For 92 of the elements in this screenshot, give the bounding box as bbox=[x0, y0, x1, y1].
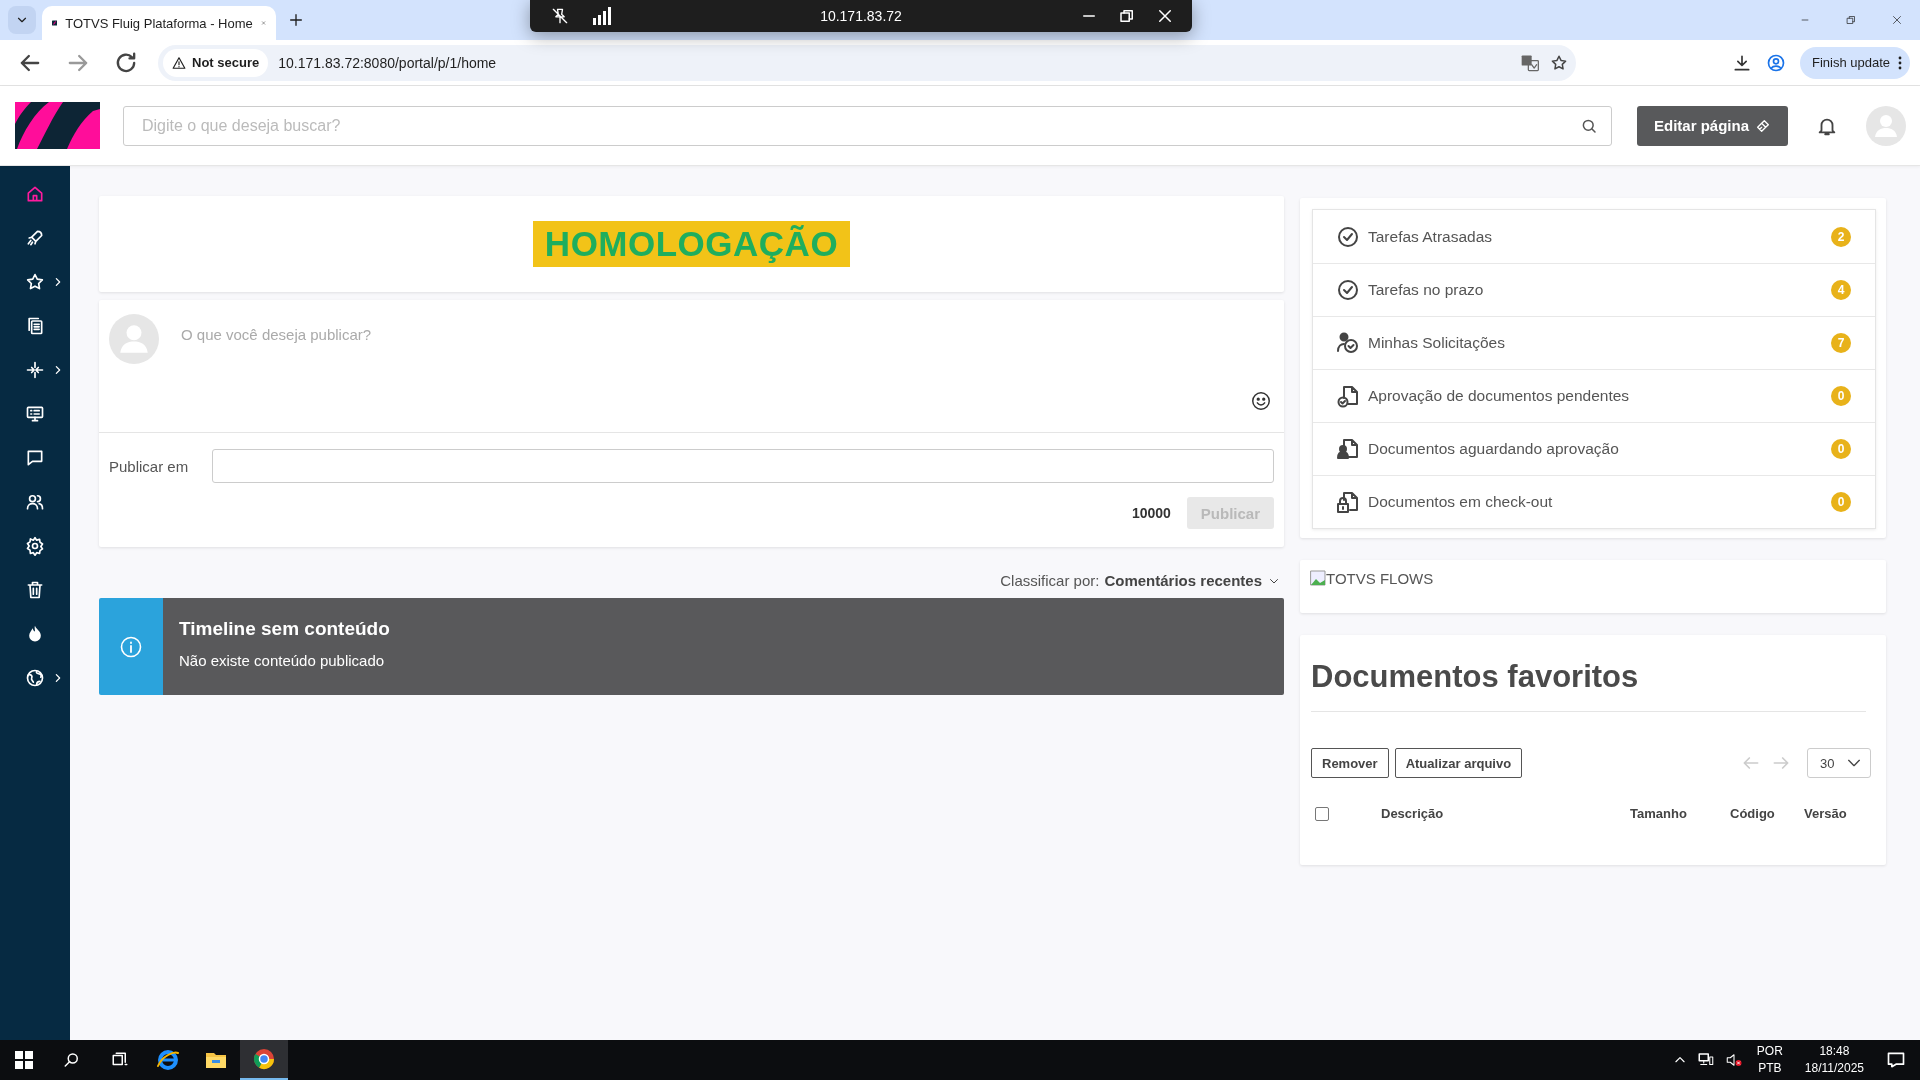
edit-page-button[interactable]: Editar página bbox=[1636, 105, 1788, 146]
info-icon bbox=[119, 634, 143, 659]
document-lock-icon bbox=[1336, 490, 1360, 514]
taskbar-app[interactable] bbox=[240, 1040, 288, 1080]
chevron-right-icon bbox=[53, 277, 63, 287]
notification-icon[interactable] bbox=[1886, 1050, 1906, 1070]
more-icon bbox=[1898, 54, 1902, 71]
plus-icon[interactable] bbox=[288, 12, 304, 28]
column-header[interactable]: Tamanho bbox=[1630, 806, 1730, 821]
action-button[interactable]: Atualizar arquivo bbox=[1394, 748, 1523, 778]
star-icon bbox=[25, 272, 45, 292]
rocket-icon bbox=[25, 228, 45, 248]
language-text: POR bbox=[1756, 1043, 1783, 1060]
keyboard-layout-text: PTB bbox=[1758, 1060, 1782, 1077]
speaker-muted-icon[interactable] bbox=[1724, 1051, 1743, 1069]
language-indicator[interactable]: POR PTB bbox=[1752, 1043, 1787, 1077]
restore-icon[interactable] bbox=[1118, 7, 1136, 25]
round-browser-icon bbox=[252, 1047, 276, 1071]
task-label: Tarefas Atrasadas bbox=[1368, 227, 1494, 246]
search-field[interactable]: Digite o que deseja buscar? bbox=[123, 105, 1612, 146]
check-circle-icon bbox=[1336, 278, 1360, 302]
security-chip[interactable]: Not secure bbox=[163, 48, 269, 77]
search-icon bbox=[63, 1051, 81, 1069]
globe-icon bbox=[25, 668, 45, 688]
count-badge: 2 bbox=[1831, 226, 1851, 247]
image-alt-text: TOTVS FLOWS bbox=[1326, 570, 1434, 587]
column-header[interactable]: Versão bbox=[1804, 806, 1876, 821]
task-row[interactable]: Documentos em check-out 0 bbox=[1313, 475, 1875, 528]
action-button[interactable]: Remover bbox=[1311, 748, 1389, 778]
signal-icon bbox=[592, 7, 612, 25]
arrows-icon bbox=[25, 360, 45, 380]
date-text: 18/11/2025 bbox=[1804, 1060, 1864, 1077]
task-label: Aprovação de documentos pendentes bbox=[1368, 387, 1631, 405]
brush-icon bbox=[1755, 117, 1771, 134]
favorites-title: Documentos favoritos bbox=[1311, 659, 1866, 712]
avatar-icon bbox=[109, 314, 159, 364]
remote-title: 10.171.83.72 bbox=[820, 8, 902, 24]
task-row[interactable]: Aprovação de documentos pendentes 0 bbox=[1313, 369, 1875, 422]
task-label: Documentos aguardando aprovação bbox=[1368, 440, 1620, 458]
logo[interactable] bbox=[15, 102, 100, 149]
task-label: Minhas Solicitações bbox=[1368, 334, 1506, 352]
publish-in-label: Publicar em bbox=[109, 457, 189, 475]
windows-logo-icon bbox=[15, 1051, 33, 1069]
column-header[interactable]: Código bbox=[1730, 806, 1804, 821]
task-label: Tarefas no prazo bbox=[1368, 281, 1485, 299]
browser-e-icon bbox=[156, 1048, 180, 1072]
close-icon[interactable] bbox=[1156, 7, 1174, 25]
character-counter: 10000 bbox=[1131, 505, 1171, 521]
check-circle-icon bbox=[1336, 224, 1360, 249]
documents-icon bbox=[25, 316, 45, 336]
settings-icon bbox=[25, 536, 45, 556]
trash-icon bbox=[25, 580, 45, 600]
warning-icon bbox=[172, 55, 186, 70]
select-all-checkbox[interactable] bbox=[1315, 806, 1329, 821]
count-badge: 4 bbox=[1831, 280, 1851, 300]
sort-dropdown[interactable]: Comentários recentes bbox=[1104, 572, 1280, 589]
document-check-icon bbox=[1336, 384, 1360, 408]
profile-icon[interactable] bbox=[1765, 52, 1786, 73]
browser-tab[interactable]: TOTVS Fluig Plataforma - Home bbox=[42, 6, 276, 40]
home-icon bbox=[25, 184, 45, 204]
tab-title: TOTVS Fluig Plataforma - Home bbox=[65, 15, 253, 31]
finish-update-button[interactable]: Finish update bbox=[1799, 46, 1910, 79]
task-label: Documentos em check-out bbox=[1368, 493, 1554, 511]
monitor-icon bbox=[25, 404, 45, 424]
task-row[interactable]: Tarefas Atrasadas 2 bbox=[1313, 210, 1875, 263]
url-text[interactable]: 10.171.83.72:8080/portal/p/1/home bbox=[278, 54, 1510, 71]
count-badge: 0 bbox=[1831, 439, 1851, 459]
task-row[interactable]: Minhas Solicitações 7 bbox=[1313, 316, 1875, 369]
time-text: 18:48 bbox=[1819, 1043, 1850, 1060]
count-badge: 7 bbox=[1831, 333, 1851, 353]
emoji-icon[interactable] bbox=[1250, 390, 1272, 412]
clock[interactable]: 18:48 18/11/2025 bbox=[1796, 1043, 1872, 1077]
count-badge: 0 bbox=[1831, 386, 1851, 406]
column-header[interactable]: Descrição bbox=[1381, 806, 1630, 821]
page-size-select[interactable]: 30 bbox=[1807, 748, 1871, 778]
alert-title: Timeline sem conteúdo bbox=[179, 618, 391, 640]
sort-label: Classificar por: bbox=[1000, 572, 1100, 589]
publish-in-field[interactable] bbox=[212, 449, 1274, 483]
task-row[interactable]: Tarefas no prazo 4 bbox=[1313, 263, 1875, 316]
count-badge: 0 bbox=[1831, 492, 1851, 512]
chevron-right-icon bbox=[53, 365, 63, 375]
environment-banner: HOMOLOGAÇÃO bbox=[532, 221, 851, 267]
alert-message: Não existe conteúdo publicado bbox=[179, 652, 386, 669]
chat-bubble-icon bbox=[25, 448, 45, 468]
bookmark-star-icon[interactable] bbox=[1550, 53, 1568, 72]
task-row[interactable]: Documentos aguardando aprovação 0 bbox=[1313, 422, 1875, 475]
person-clock-icon bbox=[1336, 331, 1360, 355]
broken-image-icon bbox=[1310, 570, 1326, 586]
people-icon bbox=[25, 492, 45, 512]
chevron-right-icon bbox=[53, 673, 63, 683]
document-person-icon bbox=[1336, 437, 1360, 461]
unpin-icon[interactable] bbox=[550, 6, 570, 26]
